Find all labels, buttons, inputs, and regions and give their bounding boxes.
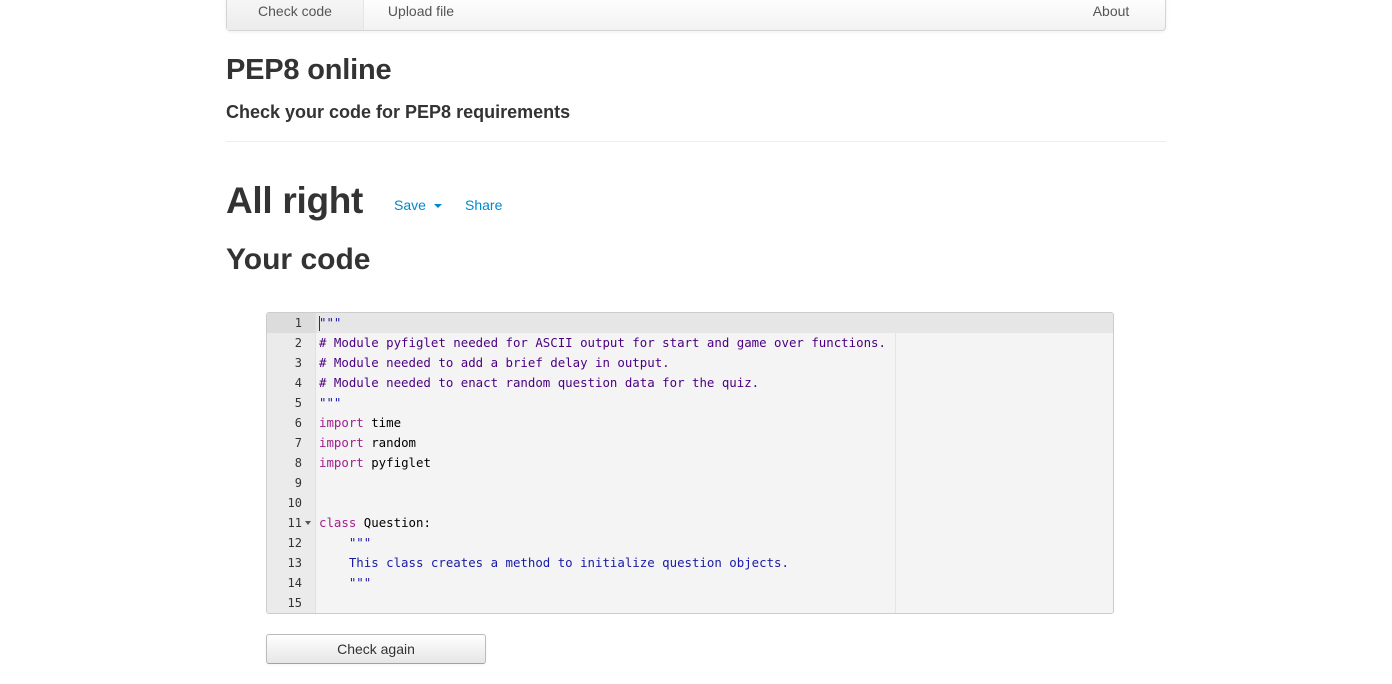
caret-down-icon[interactable] [434,204,442,208]
code-line: # Module needed to enact random question… [319,375,760,390]
line-number: 9 [294,476,302,490]
line-number: 4 [294,376,302,390]
line-number: 12 [287,536,302,550]
line-number: 8 [294,456,302,470]
share-link[interactable]: Share [465,197,502,213]
line-number: 15 [287,596,302,610]
line-number: 2 [294,336,302,350]
identifier: time [363,415,402,430]
code-line: class Question: [319,513,431,533]
line-number: 1 [294,316,302,330]
nav-check-code[interactable]: Check code [227,0,364,30]
active-line-highlight [267,313,1113,333]
keyword: import [319,415,364,430]
page-title: PEP8 online [226,54,392,86]
code-line: # Module pyfiglet needed for ASCII outpu… [319,335,886,350]
nav-upload-file[interactable]: Upload file [364,0,478,30]
identifier: pyfiglet [363,455,431,470]
keyword: class [319,515,357,530]
line-number: 10 [287,496,302,510]
code-line: # Module needed to add a brief delay in … [319,355,670,370]
line-number: 14 [287,576,302,590]
code-line: import pyfiglet [319,453,431,473]
line-number: 7 [294,436,302,450]
your-code-heading: Your code [226,243,371,276]
save-dropdown-link[interactable]: Save [394,197,426,213]
line-number: 6 [294,416,302,430]
identifier: random [363,435,416,450]
code-line: import random [319,433,416,453]
page-subtitle: Check your code for PEP8 requirements [226,102,571,122]
nav-about[interactable]: About [1075,0,1147,30]
code-line: import time [319,413,401,433]
code-line: """ [319,395,342,410]
code-editor[interactable]: 1 2 3 4 5 6 7 8 9 10 11 12 13 14 15 """ … [266,312,1114,614]
code-line: """ [319,535,372,550]
code-line: """ [319,575,372,590]
line-number: 13 [287,556,302,570]
print-margin [895,313,896,613]
line-number: 3 [294,356,302,370]
identifier: Question: [356,515,431,530]
code-line: """ [319,315,342,330]
line-number: 11 [287,516,302,530]
header-divider [226,141,1166,142]
keyword: import [319,455,364,470]
code-line: This class creates a method to initializ… [319,555,789,570]
line-number: 5 [294,396,302,410]
top-navbar: Check code Upload file About [226,0,1166,31]
fold-arrow-icon[interactable] [305,521,311,525]
check-again-button[interactable]: Check again [266,634,486,664]
result-status: All right [226,180,364,221]
keyword: import [319,435,364,450]
